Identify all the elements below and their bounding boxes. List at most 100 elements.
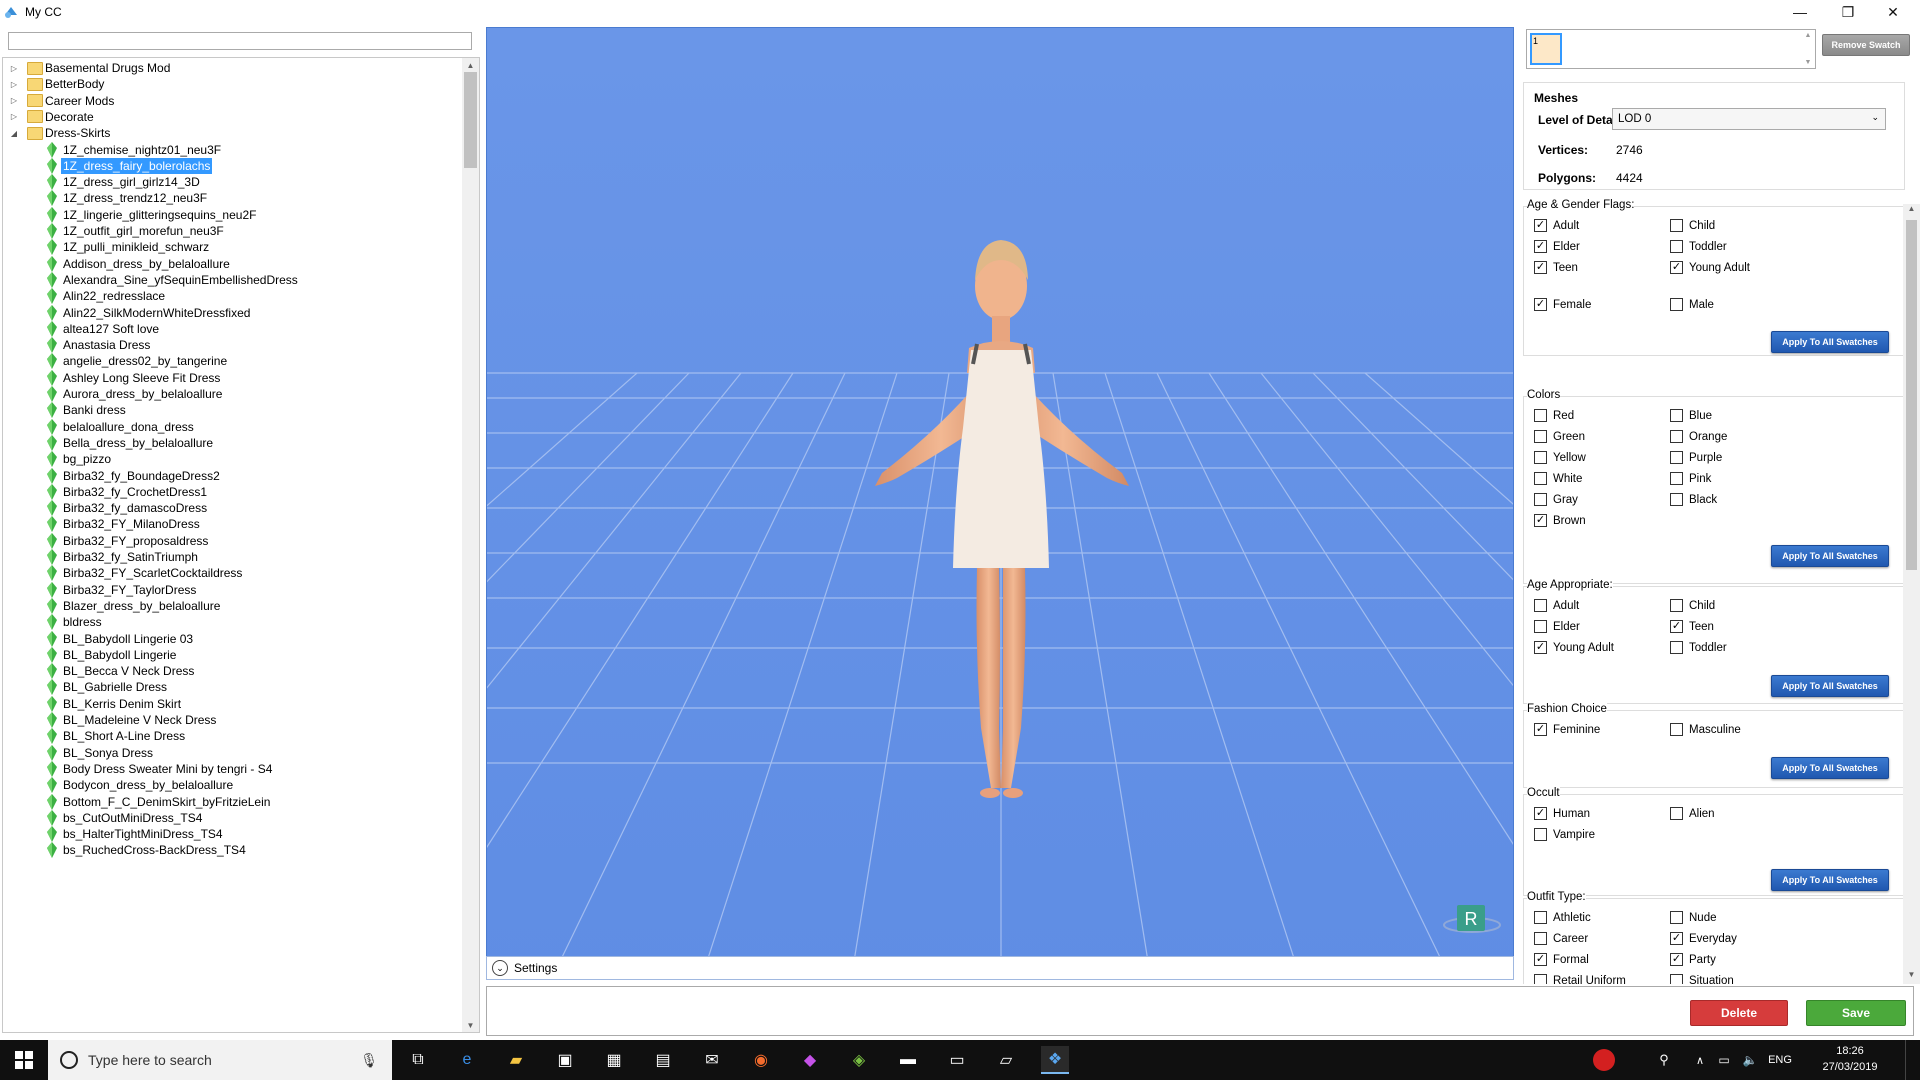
swatch-tile[interactable]: 1 (1530, 33, 1562, 65)
checkbox-athletic[interactable]: Athletic (1534, 911, 1591, 924)
sims-icon[interactable]: ◈ (845, 1046, 873, 1074)
checkbox-white[interactable]: White (1534, 472, 1582, 485)
checkbox-box[interactable] (1534, 409, 1547, 422)
checkbox-male[interactable]: Male (1670, 298, 1714, 311)
expand-icon[interactable]: ▷ (9, 96, 19, 106)
scroll-up-icon[interactable]: ▲ (462, 58, 479, 72)
checkbox-gray[interactable]: Gray (1534, 493, 1578, 506)
checkbox-box[interactable] (1534, 599, 1547, 612)
checkbox-red[interactable]: Red (1534, 409, 1574, 422)
calculator-icon[interactable]: ▦ (600, 1046, 628, 1074)
language-indicator[interactable]: ENG (1762, 1046, 1798, 1074)
checkbox-box[interactable] (1534, 911, 1547, 924)
checkbox-box[interactable] (1670, 240, 1683, 253)
apply-to-all-swatches-button[interactable]: Apply To All Swatches (1771, 675, 1889, 697)
checkbox-box[interactable] (1534, 932, 1547, 945)
checkbox-formal[interactable]: ✓ Formal (1534, 953, 1589, 966)
checkbox-box[interactable] (1670, 641, 1683, 654)
checkbox-box[interactable] (1670, 911, 1683, 924)
checkmark-icon[interactable]: ✓ (1534, 261, 1547, 274)
scroll-down-icon[interactable]: ▼ (1805, 59, 1812, 66)
viewport-settings-bar[interactable]: ⌄ Settings (486, 956, 1514, 980)
delete-button[interactable]: Delete (1690, 1000, 1788, 1026)
checkbox-box[interactable] (1534, 974, 1547, 984)
checkbox-young-adult[interactable]: ✓ Young Adult (1534, 641, 1614, 654)
show-desktop-button[interactable] (1905, 1040, 1920, 1080)
chevron-down-icon[interactable]: ⌄ (492, 960, 508, 976)
photos-icon[interactable]: ▭ (943, 1046, 971, 1074)
scroll-down-icon[interactable]: ▼ (462, 1018, 479, 1032)
checkbox-purple[interactable]: Purple (1670, 451, 1722, 464)
mail-icon[interactable]: ✉ (698, 1046, 726, 1074)
minimize-button[interactable]: — (1777, 0, 1823, 24)
collapse-icon[interactable]: ◢ (9, 128, 19, 138)
edge-icon[interactable]: e (453, 1046, 481, 1074)
checkbox-box[interactable] (1670, 298, 1683, 311)
clock[interactable]: 18:26 27/03/2019 (1810, 1043, 1890, 1077)
checkbox-child[interactable]: Child (1670, 219, 1715, 232)
checkmark-icon[interactable]: ✓ (1534, 514, 1547, 527)
tree-scroll-thumb[interactable] (464, 72, 477, 168)
checkmark-icon[interactable]: ✓ (1534, 240, 1547, 253)
checkbox-box[interactable] (1534, 451, 1547, 464)
store-icon[interactable]: ▣ (551, 1046, 579, 1074)
checkbox-young-adult[interactable]: ✓ Young Adult (1670, 261, 1750, 274)
checkbox-party[interactable]: ✓ Party (1670, 953, 1716, 966)
checkbox-retail-uniform[interactable]: Retail Uniform (1534, 974, 1626, 984)
checkbox-teen[interactable]: ✓ Teen (1534, 261, 1578, 274)
apply-to-all-swatches-button[interactable]: Apply To All Swatches (1771, 331, 1889, 353)
checkbox-box[interactable] (1670, 807, 1683, 820)
checkbox-box[interactable] (1670, 723, 1683, 736)
lod-select[interactable]: LOD 0 ⌄ (1612, 108, 1886, 130)
checkbox-blue[interactable]: Blue (1670, 409, 1712, 422)
checkbox-green[interactable]: Green (1534, 430, 1585, 443)
checkbox-nude[interactable]: Nude (1670, 911, 1717, 924)
checkmark-icon[interactable]: ✓ (1534, 298, 1547, 311)
tree-scrollbar[interactable]: ▲ ▼ (462, 58, 479, 1032)
checkbox-box[interactable] (1670, 430, 1683, 443)
swatch-list[interactable]: 1 ▲ ▼ (1526, 29, 1816, 69)
expand-icon[interactable]: ▷ (9, 79, 19, 89)
checkbox-adult[interactable]: Adult (1534, 599, 1579, 612)
checkmark-icon[interactable]: ✓ (1534, 807, 1547, 820)
checkmark-icon[interactable]: ✓ (1670, 932, 1683, 945)
flags-scroll-thumb[interactable] (1906, 220, 1917, 570)
checkmark-icon[interactable]: ✓ (1534, 723, 1547, 736)
checkbox-teen[interactable]: ✓ Teen (1670, 620, 1714, 633)
expand-icon[interactable]: ▷ (9, 112, 19, 122)
checkbox-brown[interactable]: ✓ Brown (1534, 514, 1586, 527)
apply-to-all-swatches-button[interactable]: Apply To All Swatches (1771, 757, 1889, 779)
checkbox-alien[interactable]: Alien (1670, 807, 1715, 820)
start-windows-icon[interactable] (10, 1046, 38, 1074)
checkmark-icon[interactable]: ✓ (1670, 620, 1683, 633)
checkbox-box[interactable] (1670, 493, 1683, 506)
scroll-up-icon[interactable]: ▲ (1903, 204, 1920, 218)
checkbox-black[interactable]: Black (1670, 493, 1717, 506)
checkbox-toddler[interactable]: Toddler (1670, 641, 1727, 654)
people-icon[interactable]: ⚲ (1650, 1046, 1678, 1074)
calendar-icon[interactable]: ▤ (649, 1046, 677, 1074)
checkbox-pink[interactable]: Pink (1670, 472, 1711, 485)
antivirus-tray-icon[interactable] (1590, 1046, 1618, 1074)
checkmark-icon[interactable]: ✓ (1670, 261, 1683, 274)
checkbox-box[interactable] (1534, 472, 1547, 485)
file-explorer-icon[interactable]: ▰ (502, 1046, 530, 1074)
checkbox-box[interactable] (1670, 599, 1683, 612)
sims4studio-icon[interactable]: ❖ (1041, 1046, 1069, 1074)
checkbox-situation[interactable]: Situation (1670, 974, 1734, 984)
media-icon[interactable]: ▬ (894, 1046, 922, 1074)
origin-icon[interactable]: ◉ (747, 1046, 775, 1074)
checkmark-icon[interactable]: ✓ (1670, 953, 1683, 966)
microphone-icon[interactable]: 🎙 (360, 1052, 378, 1069)
scroll-down-icon[interactable]: ▼ (1903, 970, 1920, 984)
remove-swatch-button[interactable]: Remove Swatch (1822, 34, 1910, 56)
save-button[interactable]: Save (1806, 1000, 1906, 1026)
checkbox-feminine[interactable]: ✓ Feminine (1534, 723, 1600, 736)
notes-icon[interactable]: ▱ (992, 1046, 1020, 1074)
checkbox-vampire[interactable]: Vampire (1534, 828, 1595, 841)
taskbar-search[interactable]: Type here to search 🎙 (48, 1040, 392, 1080)
flags-scrollbar[interactable]: ▲ ▼ (1903, 204, 1920, 984)
maps-icon[interactable]: ◆ (796, 1046, 824, 1074)
volume-icon[interactable]: 🔈 (1736, 1046, 1764, 1074)
checkbox-adult[interactable]: ✓ Adult (1534, 219, 1579, 232)
